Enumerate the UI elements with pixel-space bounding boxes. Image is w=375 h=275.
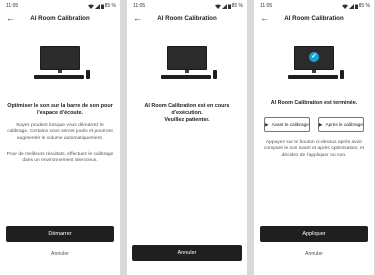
status-bar: 11:05 85 %	[6, 2, 116, 10]
soundbar-illustration	[0, 46, 120, 84]
signal-icon	[94, 3, 100, 9]
status-bar: 11:05 85 %	[133, 2, 243, 10]
before-label: Avant le calibrage	[271, 122, 309, 127]
subwoofer-icon	[340, 70, 344, 79]
compare-buttons: ▶ Avant le calibrage ▶ Après le calibrag…	[264, 117, 364, 132]
cancel-button[interactable]: Annuler	[132, 245, 242, 261]
done-message: AI Room Calibration est terminée.	[270, 100, 358, 106]
compare-instructions: Appuyez sur le bouton ci-dessus après av…	[263, 140, 365, 158]
screen-done: 11:05 85 % ← AI Room Calibration ✓ AI Ro…	[254, 0, 374, 275]
signal-icon	[221, 3, 227, 9]
battery-icon	[227, 4, 231, 9]
before-calibration-button[interactable]: ▶ Avant le calibrage	[264, 117, 310, 132]
wifi-icon	[214, 4, 221, 9]
app-header: ← AI Room Calibration	[0, 14, 120, 24]
screen-intro: 11:05 85 % ← AI Room Calibration Optimis…	[0, 0, 120, 275]
subwoofer-icon	[213, 70, 217, 79]
tv-stand	[312, 70, 316, 73]
start-button[interactable]: Démarrer	[6, 226, 114, 242]
screen-running: 11:05 85 % ← AI Room Calibration AI Room…	[127, 0, 247, 275]
soundbar-icon	[161, 75, 211, 79]
tv-stand	[185, 70, 189, 73]
checkmark-icon: ✓	[309, 52, 319, 62]
tv-stand	[58, 70, 62, 73]
page-title: AI Room Calibration	[284, 15, 344, 22]
after-label: Après le calibrage	[325, 122, 363, 127]
page-title: AI Room Calibration	[157, 15, 217, 22]
after-calibration-button[interactable]: ▶ Après le calibrage	[318, 117, 364, 132]
tv-icon	[40, 46, 80, 70]
wifi-icon	[341, 4, 348, 9]
battery-level: 85 %	[104, 3, 116, 9]
app-header: ← AI Room Calibration	[127, 14, 247, 24]
subwoofer-icon	[86, 70, 90, 79]
intro-heading: Optimiser le son sur la barre de son pou…	[7, 103, 113, 116]
cancel-link[interactable]: Annuler	[0, 251, 120, 257]
running-status: AI Room Calibration est en cours d'exécu…	[144, 103, 230, 116]
status-bar: 11:05 85 %	[260, 2, 370, 10]
play-icon: ▶	[319, 122, 323, 127]
tv-icon	[167, 46, 207, 70]
play-icon: ▶	[265, 122, 269, 127]
status-time: 11:05	[133, 3, 146, 9]
battery-level: 85 %	[231, 3, 243, 9]
status-time: 11:05	[260, 3, 273, 9]
wifi-icon	[87, 4, 94, 9]
soundbar-illustration	[127, 46, 247, 84]
app-header: ← AI Room Calibration	[254, 14, 374, 24]
apply-button[interactable]: Appliquer	[260, 226, 368, 242]
soundbar-icon	[288, 75, 338, 79]
signal-icon	[348, 3, 354, 9]
page-title: AI Room Calibration	[30, 15, 90, 22]
battery-level: 85 %	[358, 3, 370, 9]
status-time: 11:05	[6, 3, 19, 9]
intro-warning: Soyez prudent lorsque vous démarrez le c…	[7, 123, 113, 141]
battery-icon	[354, 4, 358, 9]
intro-tip: Pour de meilleurs résultats, effectuez l…	[6, 152, 114, 164]
wait-message: Veuillez patienter.	[164, 117, 210, 123]
cancel-link[interactable]: Annuler	[254, 251, 374, 257]
soundbar-icon	[34, 75, 84, 79]
battery-icon	[100, 4, 104, 9]
soundbar-illustration: ✓	[254, 46, 374, 84]
